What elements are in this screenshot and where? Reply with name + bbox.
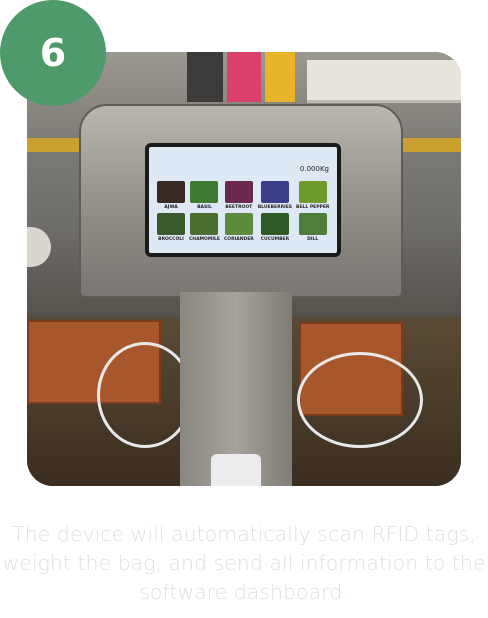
product-thumbnail [260, 213, 289, 235]
yellow-binder [265, 52, 295, 102]
white-cable-left [97, 342, 193, 448]
product-thumbnail [190, 213, 219, 235]
product-thumbnail [224, 213, 253, 235]
product-tile[interactable]: CUCUMBER [258, 213, 292, 242]
product-tile[interactable]: AJWA [157, 181, 185, 210]
pink-binder [227, 52, 261, 102]
step-number-badge: 6 [0, 0, 106, 106]
device-photo: 0.000Kg AJWA BASIL BEETROOT BLUEBERRIES BELL… [27, 52, 461, 486]
product-thumbnail [157, 181, 185, 203]
product-thumbnail [298, 181, 327, 203]
product-label: CORIANDER [223, 237, 254, 242]
dark-binder [187, 52, 223, 102]
product-tile[interactable]: CHAMOMILE [189, 213, 220, 242]
product-label: BROCCOLI [158, 237, 184, 242]
product-label: AJWA [164, 205, 178, 210]
white-cable-right [297, 352, 423, 448]
product-tile[interactable]: BLUEBERRIES [258, 181, 292, 210]
product-tile[interactable]: BELL PEPPER [296, 181, 329, 210]
product-thumbnail [190, 181, 219, 203]
paper-stack [307, 60, 461, 103]
product-thumbnail [260, 181, 289, 203]
product-grid: AJWA BASIL BEETROOT BLUEBERRIES BELL PEPPER B… [157, 181, 329, 242]
product-label: BEETROOT [225, 205, 253, 210]
product-label: BELL PEPPER [296, 205, 330, 210]
white-port [211, 454, 261, 486]
weight-readout: 0.000Kg [299, 165, 329, 173]
caption-text: The device will automatically scan RFID … [2, 522, 486, 604]
product-label: CHAMOMILE [189, 237, 220, 242]
side-knob [27, 227, 51, 267]
product-tile[interactable]: BROCCOLI [157, 213, 185, 242]
device-touchscreen[interactable]: 0.000Kg AJWA BASIL BEETROOT BLUEBERRIES BELL… [145, 143, 341, 257]
product-label: CUCUMBER [260, 237, 290, 242]
product-tile[interactable]: BASIL [189, 181, 220, 210]
product-thumbnail [298, 213, 327, 235]
product-label: DILL [307, 237, 319, 242]
product-tile[interactable]: DILL [296, 213, 329, 242]
product-thumbnail [157, 213, 185, 235]
product-label: BLUEBERRIES [257, 205, 293, 210]
product-tile[interactable]: BEETROOT [224, 181, 254, 210]
product-tile[interactable]: CORIANDER [224, 213, 254, 242]
product-label: BASIL [197, 205, 212, 210]
product-thumbnail [224, 181, 253, 203]
